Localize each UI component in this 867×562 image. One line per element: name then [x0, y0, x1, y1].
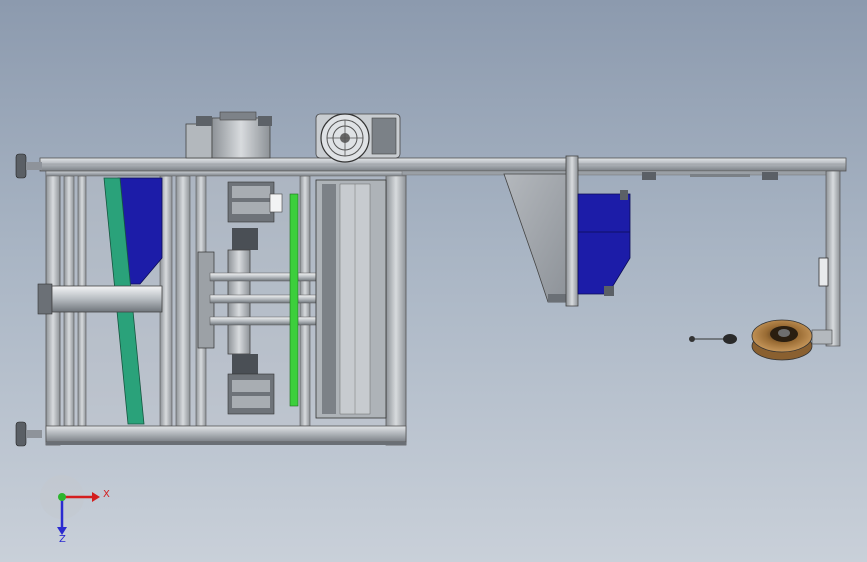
leveling-foot-bottom[interactable] — [15, 421, 42, 447]
coordinate-triad: X Z — [40, 475, 110, 545]
x-axis-head-icon — [92, 492, 100, 502]
hopper-chute[interactable] — [503, 155, 579, 307]
pulley-assembly[interactable] — [751, 319, 813, 361]
gear-motor[interactable] — [185, 111, 272, 159]
top-rail[interactable] — [39, 157, 847, 172]
model-canvas[interactable]: X Z — [0, 0, 867, 562]
z-axis-label: Z — [59, 534, 66, 545]
cable[interactable] — [689, 334, 737, 344]
motor-fan[interactable] — [315, 113, 401, 163]
x-axis-label: X — [103, 489, 110, 500]
blue-hopper[interactable] — [577, 190, 631, 296]
panel-block[interactable] — [315, 179, 387, 419]
cylinder-left[interactable] — [37, 283, 163, 315]
green-strip[interactable] — [289, 193, 299, 407]
y-axis-dot-icon — [58, 493, 66, 501]
leveling-foot-top[interactable] — [15, 153, 42, 179]
cad-viewport[interactable]: X Z — [0, 0, 867, 562]
